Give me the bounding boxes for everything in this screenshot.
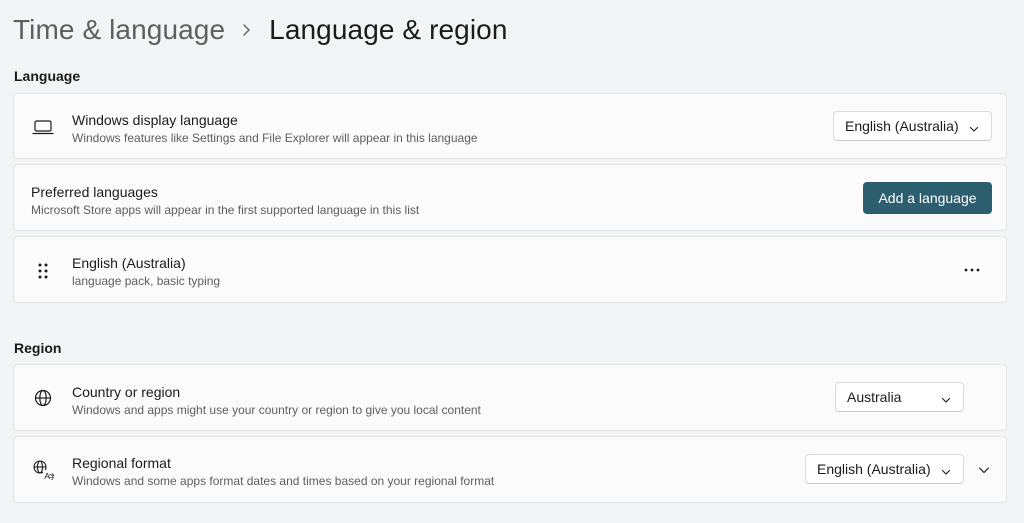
- breadcrumb-parent-time-language[interactable]: Time & language: [13, 14, 225, 46]
- chevron-down-icon: [941, 464, 951, 475]
- expand-chevron-down-icon[interactable]: [974, 460, 994, 480]
- country-region-title: Country or region: [72, 384, 181, 400]
- regional-format-dropdown[interactable]: English (Australia): [805, 454, 964, 484]
- chevron-down-icon: [941, 392, 951, 403]
- globe-icon: [32, 387, 54, 409]
- regional-format-selected: English (Australia): [817, 461, 931, 477]
- display-language-selected: English (Australia): [845, 118, 959, 134]
- installed-language-description: language pack, basic typing: [72, 274, 221, 288]
- regional-format-card[interactable]: A 字 Regional format Windows and some app…: [13, 436, 1007, 503]
- laptop-icon: [32, 116, 54, 138]
- country-region-description: Windows and apps might use your country …: [72, 403, 481, 417]
- add-language-button[interactable]: Add a language: [863, 182, 992, 214]
- svg-text:字: 字: [49, 472, 54, 481]
- page-title: Language & region: [269, 14, 508, 45]
- country-region-dropdown[interactable]: Australia: [835, 382, 964, 412]
- regional-format-description: Windows and some apps format dates and t…: [72, 474, 495, 488]
- more-options-icon[interactable]: [959, 257, 985, 283]
- breadcrumb: Time & language Language & region: [13, 10, 508, 50]
- preferred-languages-card: Preferred languages Microsoft Store apps…: [13, 164, 1007, 231]
- country-region-selected: Australia: [847, 389, 902, 405]
- preferred-languages-description: Microsoft Store apps will appear in the …: [31, 203, 420, 217]
- display-language-card: Windows display language Windows feature…: [13, 93, 1007, 159]
- section-heading-region: Region: [14, 340, 62, 356]
- regional-format-icon: A 字: [32, 459, 54, 481]
- section-heading-language: Language: [14, 68, 81, 84]
- country-region-card: Country or region Windows and apps might…: [13, 364, 1007, 431]
- regional-format-title: Regional format: [72, 455, 171, 471]
- display-language-dropdown[interactable]: English (Australia): [833, 111, 992, 141]
- installed-language-title: English (Australia): [72, 255, 186, 271]
- preferred-languages-title: Preferred languages: [31, 184, 158, 200]
- display-language-description: Windows features like Settings and File …: [72, 131, 478, 145]
- drag-handle-icon[interactable]: [32, 260, 54, 282]
- chevron-right-icon: [241, 23, 251, 37]
- chevron-down-icon: [969, 121, 979, 132]
- installed-language-card[interactable]: English (Australia) language pack, basic…: [13, 236, 1007, 303]
- display-language-title: Windows display language: [72, 112, 238, 128]
